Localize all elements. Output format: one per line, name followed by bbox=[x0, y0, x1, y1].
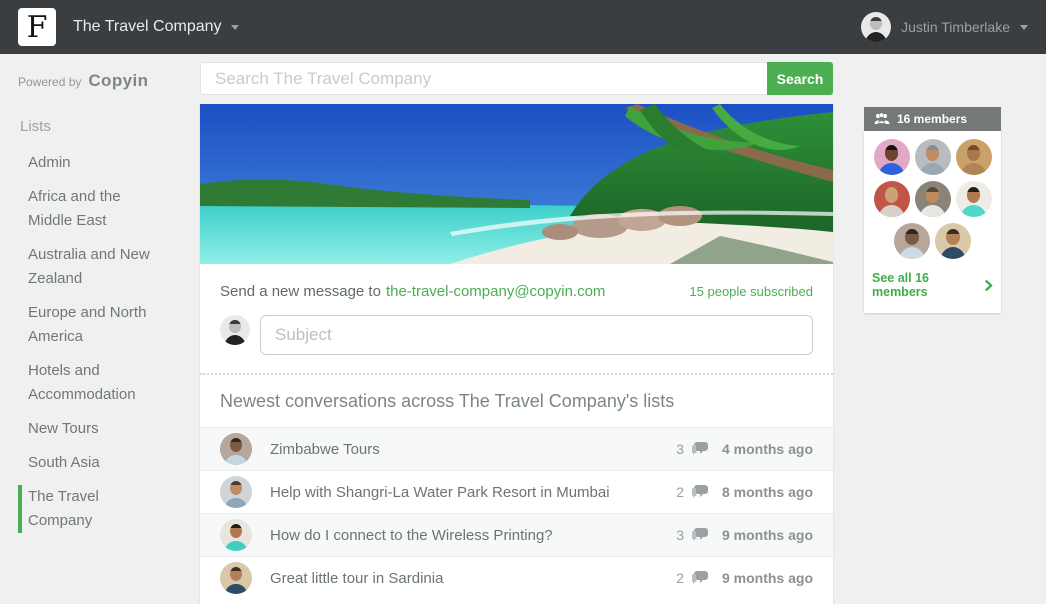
search-input[interactable] bbox=[200, 62, 767, 95]
conversation-time: 9 months ago bbox=[717, 570, 813, 586]
see-all-members-label: See all 16 members bbox=[872, 271, 982, 299]
member-avatar[interactable] bbox=[894, 223, 930, 259]
caret-down-icon bbox=[1020, 25, 1028, 30]
member-avatar[interactable] bbox=[874, 139, 910, 175]
company-logo[interactable]: F bbox=[18, 8, 56, 46]
comment-count: 2 bbox=[676, 570, 684, 586]
sidebar-item-hotels-accommodation[interactable]: Hotels and Accommodation bbox=[18, 359, 156, 407]
comment-count: 2 bbox=[676, 484, 684, 500]
copyin-brand[interactable]: Copyin bbox=[88, 71, 148, 91]
conversation-title: Great little tour in Sardinia bbox=[270, 570, 443, 587]
sidebar-item-europe-north-america[interactable]: Europe and North America bbox=[18, 301, 156, 349]
user-avatar bbox=[861, 12, 891, 42]
conversation-row[interactable]: Zimbabwe Tours 3 4 months ago bbox=[200, 427, 833, 470]
member-avatar[interactable] bbox=[915, 181, 951, 217]
conversation-time: 8 months ago bbox=[717, 484, 813, 500]
user-name: Justin Timberlake bbox=[901, 19, 1010, 35]
lists-nav: Admin Africa and the Middle East Austral… bbox=[0, 151, 200, 533]
conversation-title: How do I connect to the Wireless Printin… bbox=[270, 527, 553, 544]
list-email-link[interactable]: the-travel-company@copyin.com bbox=[386, 283, 605, 300]
workspace-switcher[interactable]: The Travel Company bbox=[73, 18, 239, 36]
conversation-row[interactable]: Great little tour in Sardinia 2 9 months… bbox=[200, 556, 833, 599]
speech-bubbles-icon bbox=[692, 442, 709, 456]
compose-prompt: Send a new message to bbox=[220, 283, 381, 300]
search-bar: Search bbox=[200, 62, 833, 95]
conversation-avatar bbox=[220, 562, 252, 594]
member-avatar[interactable] bbox=[956, 139, 992, 175]
member-avatar[interactable] bbox=[874, 181, 910, 217]
conversation-row[interactable]: Help with Shangri-La Water Park Resort i… bbox=[200, 470, 833, 513]
sidebar-item-africa-middle-east[interactable]: Africa and the Middle East bbox=[18, 185, 156, 233]
subscribed-count: 15 people subscribed bbox=[689, 284, 813, 299]
members-panel: 16 members See all 16 members bbox=[864, 107, 1001, 313]
conversation-avatar bbox=[220, 433, 252, 465]
powered-by-label: Powered by bbox=[18, 75, 81, 89]
members-count: 16 members bbox=[897, 112, 967, 126]
sidebar-item-the-travel-company[interactable]: The Travel Company bbox=[18, 485, 156, 533]
caret-down-icon bbox=[231, 25, 239, 30]
list-card: Send a new message to the-travel-company… bbox=[200, 104, 833, 604]
member-avatar[interactable] bbox=[956, 181, 992, 217]
see-all-members-link[interactable]: See all 16 members bbox=[864, 259, 1001, 307]
powered-by: Powered by Copyin bbox=[18, 71, 200, 91]
member-avatar[interactable] bbox=[935, 223, 971, 259]
user-menu[interactable]: Justin Timberlake bbox=[861, 12, 1028, 42]
members-group-icon bbox=[874, 113, 890, 125]
members-card: See all 16 members bbox=[864, 131, 1001, 313]
search-button[interactable]: Search bbox=[767, 62, 833, 95]
conversations-heading: Newest conversations across The Travel C… bbox=[200, 373, 833, 427]
compose-user-avatar bbox=[220, 315, 250, 345]
sidebar-item-south-asia[interactable]: South Asia bbox=[18, 451, 156, 475]
speech-bubbles-icon bbox=[692, 528, 709, 542]
sidebar-item-admin[interactable]: Admin bbox=[18, 151, 156, 175]
top-bar: F The Travel Company Justin Timberlake bbox=[0, 0, 1046, 54]
conversation-row[interactable]: How do I connect to the Wireless Printin… bbox=[200, 513, 833, 556]
chevron-right-icon bbox=[985, 280, 993, 291]
compose-section: Send a new message to the-travel-company… bbox=[200, 264, 833, 373]
sidebar-item-new-tours[interactable]: New Tours bbox=[18, 417, 156, 441]
conversation-time: 4 months ago bbox=[717, 441, 813, 457]
members-header: 16 members bbox=[864, 107, 1001, 131]
conversation-time: 9 months ago bbox=[717, 527, 813, 543]
conversation-title: Zimbabwe Tours bbox=[270, 441, 380, 458]
lists-section-title: Lists bbox=[20, 118, 200, 135]
sidebar-item-australia-new-zealand[interactable]: Australia and New Zealand bbox=[18, 243, 156, 291]
comment-count: 3 bbox=[676, 527, 684, 543]
conversation-title: Help with Shangri-La Water Park Resort i… bbox=[270, 484, 610, 501]
sidebar: Powered by Copyin Lists Admin Africa and… bbox=[0, 54, 200, 591]
speech-bubbles-icon bbox=[692, 485, 709, 499]
main-content: Search bbox=[200, 54, 833, 591]
members-avatar-grid bbox=[864, 139, 1001, 259]
comment-count: 3 bbox=[676, 441, 684, 457]
speech-bubbles-icon bbox=[692, 571, 709, 585]
conversation-avatar bbox=[220, 519, 252, 551]
workspace-title: The Travel Company bbox=[73, 18, 222, 36]
conversation-avatar bbox=[220, 476, 252, 508]
hero-beach-image bbox=[200, 104, 833, 264]
subject-input[interactable] bbox=[260, 315, 813, 355]
member-avatar[interactable] bbox=[915, 139, 951, 175]
